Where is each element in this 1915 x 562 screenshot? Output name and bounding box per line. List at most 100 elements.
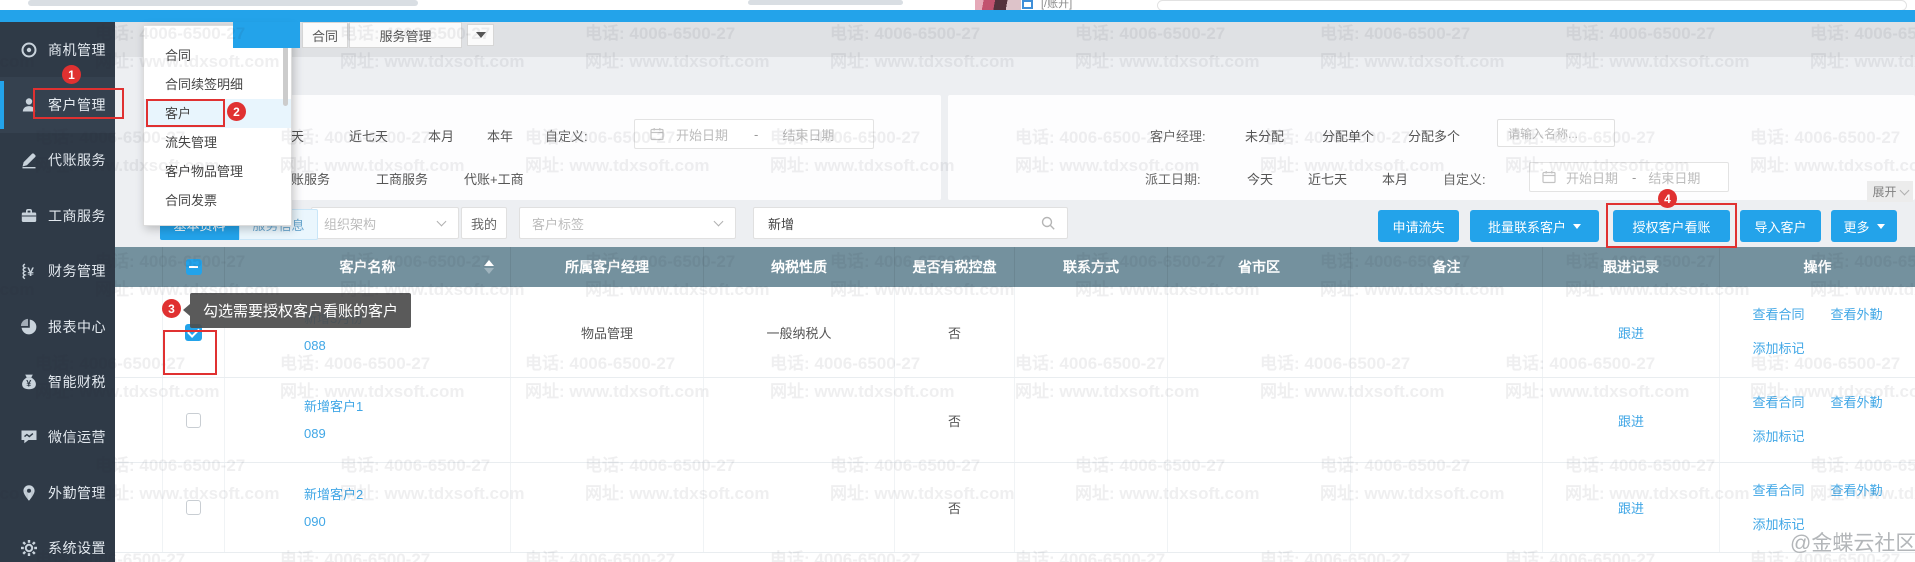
mine-button[interactable]: 我的 (461, 207, 507, 239)
tab-customer-active[interactable] (233, 22, 300, 48)
filter-both-services[interactable]: 代账+工商 (464, 169, 524, 188)
menu-item-customer-goods[interactable]: 客户物品管理 (144, 157, 291, 186)
follow-up-link[interactable]: 跟进 (1618, 323, 1644, 342)
import-customers-button[interactable]: 导入客户 (1740, 210, 1821, 242)
filter-this-year[interactable]: 本年 (487, 126, 513, 145)
view-contract-link[interactable]: 查看合同 (1752, 307, 1804, 322)
filter-registration[interactable]: 工商服务 (376, 169, 428, 188)
authorize-customer-view-button[interactable]: 授权客户看账 (1613, 210, 1730, 242)
tab-service-mgmt[interactable]: 服务管理 (349, 22, 462, 48)
manager-assign-multi[interactable]: 分配多个 (1408, 126, 1460, 145)
browser-chrome-strip: [/账开] (0, 0, 1915, 10)
view-fieldwork-link[interactable]: 查看外勤 (1831, 307, 1883, 322)
dispatch-today[interactable]: 今天 (1247, 169, 1273, 188)
header-follow-record: 跟进记录 (1543, 247, 1720, 287)
header-tax-disk: 是否有税控盘 (895, 247, 1015, 287)
sidebar-item-smart-tax[interactable]: ¥ 智能财税 (0, 354, 115, 409)
view-contract-link[interactable]: 查看合同 (1752, 483, 1804, 498)
add-mark-link[interactable]: 添加标记 (1752, 429, 1804, 444)
search-icon[interactable] (1041, 216, 1056, 231)
sidebar-item-wechat-operation[interactable]: 微信运营 (0, 410, 115, 465)
cell-tax-disk: 否 (895, 287, 1015, 377)
sidebar: 商机管理 客户管理 代账服务 工商服务 ¥ 财务管理 报表中心 ¥ 智能财税 微… (0, 22, 115, 562)
sidebar-item-finance-mgmt[interactable]: ¥ 财务管理 (0, 244, 115, 299)
chevron-down-icon (1573, 224, 1581, 229)
sidebar-item-business-registration[interactable]: 工商服务 (0, 188, 115, 243)
header-actions: 操作 (1720, 247, 1915, 287)
menu-item-contract-invoice[interactable]: 合同发票 (144, 186, 291, 215)
calendar-icon (1542, 170, 1556, 184)
customer-tag-select[interactable]: 客户标签 (519, 207, 736, 239)
follow-up-link[interactable]: 跟进 (1618, 411, 1644, 430)
dispatch-this-month[interactable]: 本月 (1382, 169, 1408, 188)
sidebar-item-report-center[interactable]: 报表中心 (0, 299, 115, 354)
expand-filters-button[interactable]: 展开 (1867, 181, 1913, 202)
table-row-partial (115, 553, 1915, 562)
sidebar-item-field-work[interactable]: 外勤管理 (0, 465, 115, 520)
indeterminate-icon (189, 266, 198, 268)
start-date-placeholder[interactable]: 开始日期 (1566, 168, 1618, 187)
pie-chart-icon (20, 318, 38, 336)
chevron-down-icon (437, 217, 447, 227)
row-checkbox[interactable] (163, 378, 225, 462)
menu-item-contract-renewal[interactable]: 合同续签明细 (144, 70, 291, 99)
manager-name-input[interactable]: 请输入名称... (1497, 119, 1615, 147)
customers-icon (20, 96, 38, 114)
chat-window-icon (1022, 0, 1033, 9)
view-fieldwork-link[interactable]: 查看外勤 (1831, 395, 1883, 410)
header-note: 备注 (1351, 247, 1543, 287)
dispatch-last7days[interactable]: 近七天 (1308, 169, 1347, 188)
menu-item-customer[interactable]: 客户 (144, 99, 291, 128)
batch-contact-button[interactable]: 批量联系客户 (1470, 210, 1599, 242)
tab-contract[interactable]: 合同 (302, 22, 348, 48)
manager-assign-single[interactable]: 分配单个 (1322, 126, 1374, 145)
chevron-down-icon (1877, 224, 1885, 229)
end-date-placeholder[interactable]: 结束日期 (782, 125, 834, 144)
sidebar-item-system-settings[interactable]: 系统设置 (0, 521, 115, 562)
follow-up-link[interactable]: 跟进 (1618, 498, 1644, 517)
date-separator: - (754, 127, 758, 142)
target-icon (20, 41, 38, 59)
tooltip: 勾选需要授权客户看账的客户 (190, 293, 411, 328)
sidebar-item-customer-mgmt[interactable]: 客户管理 (0, 77, 115, 132)
row-checkbox[interactable] (163, 463, 225, 552)
header-tax-type: 纳税性质 (704, 247, 895, 287)
cell-tax-disk: 否 (895, 463, 1015, 552)
chat-icon (20, 428, 38, 446)
end-date-placeholder[interactable]: 结束日期 (1648, 168, 1700, 187)
header-gutter (115, 247, 163, 287)
org-structure-select[interactable]: 组织架构 (311, 207, 459, 239)
date-separator: - (1632, 170, 1636, 185)
svg-text:¥: ¥ (27, 265, 34, 279)
date-range-input[interactable]: 开始日期 - 结束日期 (634, 119, 874, 149)
view-fieldwork-link[interactable]: 查看外勤 (1831, 483, 1883, 498)
customer-name-link[interactable]: 新增客户1089 (225, 393, 363, 447)
cell-tax-type (704, 378, 895, 462)
menu-item-loss-mgmt[interactable]: 流失管理 (144, 128, 291, 157)
manager-filter-label: 客户经理: (1150, 126, 1206, 145)
search-input[interactable]: 新增 (753, 207, 1068, 239)
apply-loss-button[interactable]: 申请流失 (1378, 210, 1459, 242)
community-watermark: @金蝶云社区 (1790, 527, 1915, 557)
sidebar-item-bookkeeping-service[interactable]: 代账服务 (0, 133, 115, 188)
dispatch-date-label: 派工日期: (1145, 169, 1201, 188)
filter-last7days[interactable]: 近七天 (349, 126, 388, 145)
header-region: 省市区 (1168, 247, 1351, 287)
manager-unassigned[interactable]: 未分配 (1245, 126, 1284, 145)
gear-icon (20, 539, 38, 557)
select-all-checkbox[interactable] (163, 247, 225, 287)
view-contract-link[interactable]: 查看合同 (1752, 395, 1804, 410)
dispatch-date-range-input[interactable]: 开始日期 - 结束日期 (1529, 162, 1729, 192)
sort-desc-icon (484, 268, 494, 274)
table-row: 新增客户1089 否 跟进 查看合同查看外勤 添加标记 (115, 378, 1915, 463)
briefcase-icon (20, 207, 38, 225)
more-button[interactable]: 更多 (1831, 210, 1897, 242)
tab-list-dropdown-button[interactable] (467, 24, 494, 46)
sidebar-item-opportunity-mgmt[interactable]: 商机管理 (0, 22, 115, 77)
add-mark-link[interactable]: 添加标记 (1752, 341, 1804, 356)
sort-control[interactable] (484, 260, 494, 274)
start-date-placeholder[interactable]: 开始日期 (676, 125, 728, 144)
customer-name-link[interactable]: 新增客户2090 (225, 481, 363, 535)
filter-this-month[interactable]: 本月 (428, 126, 454, 145)
svg-text:¥: ¥ (26, 379, 31, 389)
